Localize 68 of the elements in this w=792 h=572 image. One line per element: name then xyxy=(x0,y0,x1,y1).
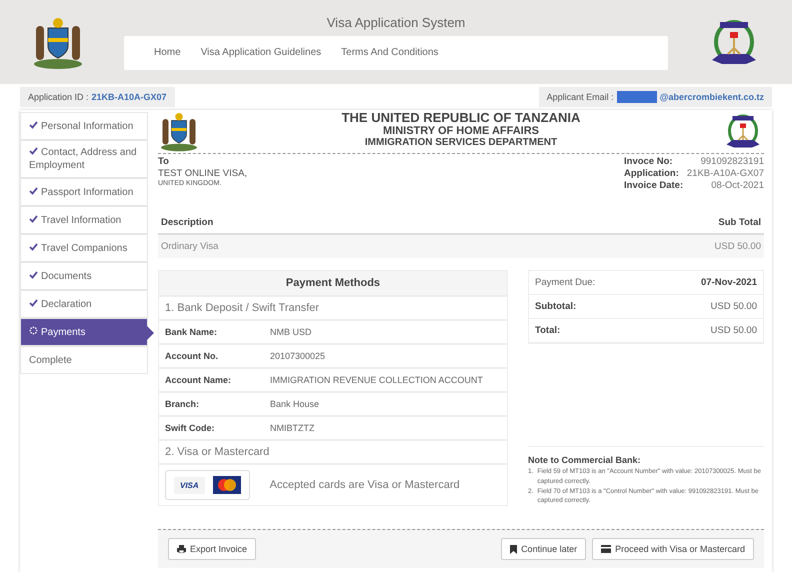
coat-of-arms-drawing xyxy=(158,110,200,152)
mastercard-icon xyxy=(212,476,241,494)
meta-value: 21KB-A10A-GX07 xyxy=(686,168,764,179)
field-value: NMIBTZTZ xyxy=(270,423,316,433)
check-icon xyxy=(29,298,38,306)
check-icon xyxy=(29,214,38,222)
check-icon xyxy=(29,186,38,194)
invoice-heading: IMMIGRATION SERVICES DEPARTMENT xyxy=(364,137,558,148)
recipient-name: TEST ONLINE VISA, xyxy=(158,168,248,179)
sidebar-item[interactable]: Contact, Address and Employment xyxy=(20,140,148,178)
sidebar-item[interactable]: Documents xyxy=(20,262,148,290)
bookmark-icon xyxy=(510,544,518,554)
meta-value: 991092823191 xyxy=(700,156,764,167)
spinner-icon xyxy=(29,326,38,334)
application-id-label: Application ID : 21KB-A10A-GX07 xyxy=(20,87,175,107)
summary-value: USD 50.00 xyxy=(710,325,757,336)
applicant-email: @abercrombiekent.co.tz xyxy=(660,92,764,102)
sidebar-item[interactable]: Personal Information xyxy=(20,112,148,140)
section-title: 2. Visa or Mastercard xyxy=(158,440,508,464)
summary-label: Payment Due: xyxy=(535,277,596,288)
to-label: To xyxy=(158,156,170,167)
column-header: Sub Total xyxy=(718,217,761,228)
proceed-card-button[interactable]: Proceed with Visa or Mastercard xyxy=(592,538,754,560)
sidebar-item[interactable]: Declaration xyxy=(20,290,148,318)
field-value: Bank House xyxy=(270,399,320,409)
column-header: Description xyxy=(161,217,214,228)
visa-logo: VISA xyxy=(174,476,205,494)
sidebar-item[interactable]: Travel Companions xyxy=(20,234,148,262)
note-title: Note to Commercial Bank: xyxy=(528,455,642,465)
table-row: Ordinary Visa USD 50.00 xyxy=(158,235,764,258)
meta-label: Invoce No: xyxy=(624,156,674,167)
payment-methods-title: Payment Methods xyxy=(158,270,508,296)
credit-card-icon xyxy=(601,545,612,553)
summary-value: 07-Nov-2021 xyxy=(701,277,757,288)
field-label: Account No. xyxy=(165,351,219,361)
section-title: 1. Bank Deposit / Swift Transfer xyxy=(158,296,508,320)
invoice-heading: MINISTRY OF HOME AFFAIRS xyxy=(382,125,540,137)
check-icon xyxy=(29,242,38,250)
summary-label: Subtotal: xyxy=(535,301,576,312)
continue-later-button[interactable]: Continue later xyxy=(501,538,586,560)
invoice-heading: THE UNITED REPUBLIC OF TANZANIA xyxy=(342,110,580,125)
field-label: Account Name: xyxy=(165,375,232,385)
sidebar-item[interactable]: Passport Information xyxy=(20,178,148,206)
field-label: Branch: xyxy=(165,399,200,409)
field-label: Swift Code: xyxy=(165,423,216,433)
check-icon xyxy=(29,147,38,155)
nav-link[interactable]: Terms And Conditions xyxy=(341,47,438,58)
meta-label: Invoice Date: xyxy=(624,180,684,191)
summary-value: USD 50.00 xyxy=(710,301,757,312)
accepted-cards-text: Accepted cards are Visa or Mastercard xyxy=(270,479,460,491)
meta-label: Application: xyxy=(624,168,680,179)
printer-icon xyxy=(177,545,186,553)
sidebar-item[interactable]: Complete xyxy=(20,346,148,374)
site-title: Visa Application System xyxy=(326,14,466,30)
field-label: Bank Name: xyxy=(165,327,218,337)
field-value: 20107300025 xyxy=(270,351,326,361)
export-invoice-button[interactable]: Export Invoice xyxy=(168,538,256,560)
sidebar-item[interactable]: Travel Information xyxy=(20,206,148,234)
check-icon xyxy=(29,270,38,278)
nav-link[interactable]: Visa Application Guidelines xyxy=(200,47,322,58)
field-value: IMMIGRATION REVENUE COLLECTION ACCOUNT xyxy=(270,375,484,385)
field-value: NMB USD xyxy=(270,327,313,337)
check-icon xyxy=(29,120,38,128)
email-label: Applicant Email : xyxy=(546,92,614,102)
meta-value: 08-Oct-2021 xyxy=(710,180,764,191)
summary-label: Total: xyxy=(535,325,560,336)
redaction-block xyxy=(616,91,657,103)
nav-link[interactable]: Home xyxy=(154,47,181,58)
